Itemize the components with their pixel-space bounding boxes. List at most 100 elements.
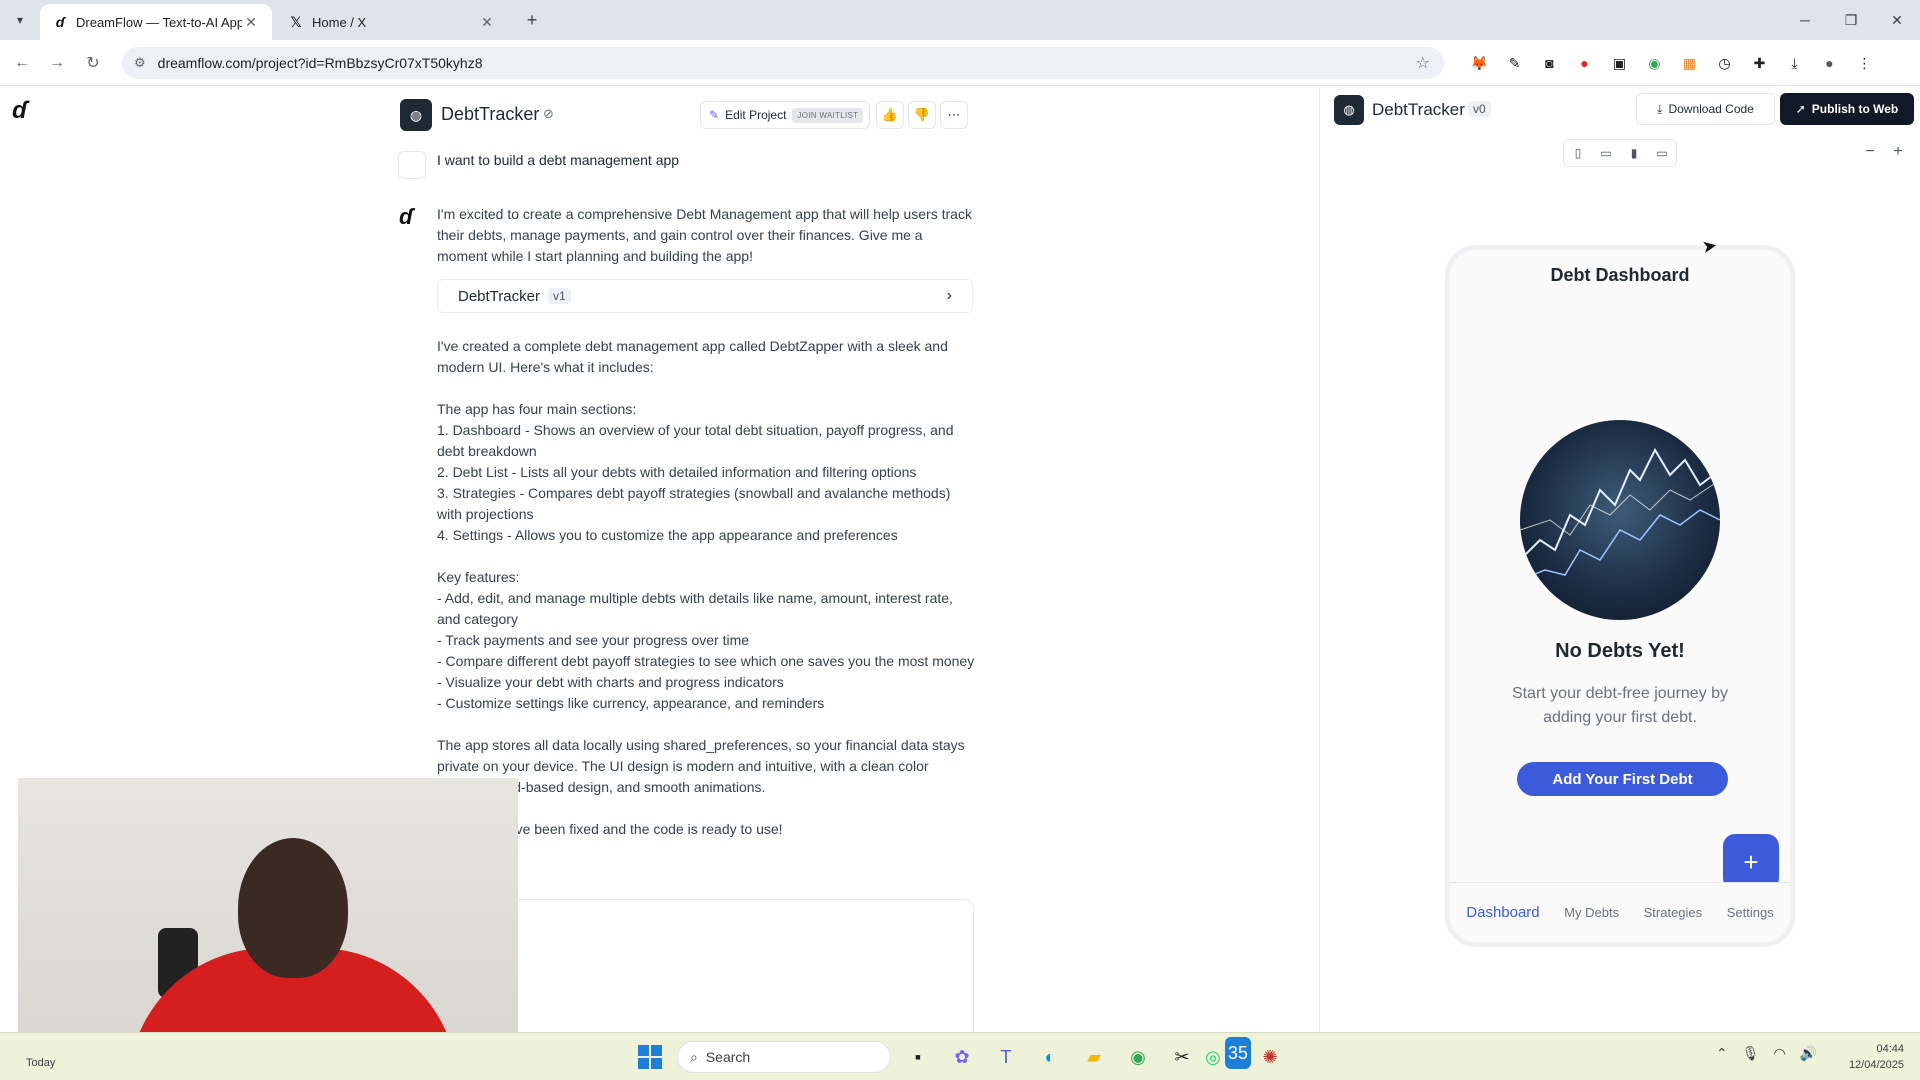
forward-icon[interactable]: → [44, 50, 70, 76]
whatsapp-icon[interactable]: ◎ 35 [1205, 1037, 1251, 1073]
phone-landscape-device-icon[interactable]: ▭ [1592, 140, 1620, 166]
tab-title: Home / X [312, 14, 367, 30]
windows-start-icon[interactable] [638, 1045, 662, 1069]
new-tab-button[interactable]: + [520, 8, 544, 32]
red-extension-icon[interactable]: ● [1571, 50, 1598, 76]
site-info-icon[interactable]: ⚙ [134, 55, 146, 71]
zoom-in-icon[interactable]: + [1885, 139, 1911, 165]
chrome-icon[interactable]: ◉ [1122, 1041, 1154, 1073]
profile-avatar[interactable]: ● [1816, 50, 1843, 76]
edit-project-label: Edit Project [725, 108, 787, 122]
capcut-icon[interactable]: ✂ [1166, 1041, 1198, 1073]
browser-tabstrip: ▾ ɗ DreamFlow — Text-to-AI App B ✕ 𝕏 Hom… [0, 0, 1920, 40]
microphone-icon[interactable]: 🎙 [1742, 1045, 1760, 1062]
more-options-icon[interactable]: ⋯ [940, 101, 968, 129]
zoom-out-icon[interactable]: − [1857, 139, 1883, 165]
reload-icon[interactable]: ↻ [80, 50, 106, 76]
system-tray: ⌃ 🎙 ◠ 🔊 [1716, 1045, 1817, 1062]
version-card-name: DebtTracker [458, 287, 540, 305]
copilot-icon[interactable]: ✿ [946, 1041, 978, 1073]
presenter-head [238, 838, 348, 978]
close-tab-icon[interactable]: ✕ [478, 14, 496, 31]
webcam-overlay [18, 778, 518, 1060]
assistant-intro-message: I'm excited to create a comprehensive De… [437, 206, 972, 264]
tab-dreamflow[interactable]: ɗ DreamFlow — Text-to-AI App B ✕ [40, 4, 272, 40]
weather-widget[interactable]: Today [26, 1057, 55, 1069]
hidden-eye-icon[interactable]: ⊘ [543, 106, 554, 122]
download-icon: ⤓ [1657, 101, 1663, 116]
volume-icon[interactable]: 🔊 [1800, 1045, 1817, 1062]
davinci-icon[interactable]: ✺ [1254, 1041, 1286, 1073]
grid-extension-icon[interactable]: ▦ [1676, 50, 1703, 76]
device-selector: ▯ ▭ ▮ ▭ [1563, 139, 1677, 167]
file-explorer-icon[interactable]: ▰ [1078, 1041, 1110, 1073]
project-name: DebtTracker [441, 104, 540, 124]
user-message: I want to build a debt management app [437, 152, 680, 168]
preview-version-badge: v0 [1468, 101, 1491, 117]
chrome-extension-icon[interactable]: ◉ [1641, 50, 1668, 76]
pen-extension-icon[interactable]: ✎ [1501, 50, 1528, 76]
tablet-device-icon[interactable]: ▮ [1620, 140, 1648, 166]
puzzle-extensions-icon[interactable]: ✚ [1746, 50, 1773, 76]
phone-device-icon[interactable]: ▯ [1564, 140, 1592, 166]
dreamflow-logo-icon[interactable]: ɗ [12, 97, 27, 125]
tray-chevron-icon[interactable]: ⌃ [1716, 1045, 1728, 1062]
metamask-icon[interactable]: 🦊 [1466, 50, 1493, 76]
extensions-bar: 🦊 ✎ ◙ ● ▣ ◉ ▦ ◷ ✚ ⤓ ● ⋮ [1466, 50, 1878, 76]
add-first-debt-button[interactable]: Add Your First Debt [1517, 762, 1728, 796]
teams-icon[interactable]: T [990, 1041, 1022, 1073]
taskbar-search[interactable]: ⌕ Search [677, 1041, 891, 1073]
version-card[interactable]: DebtTracker v1 › [437, 279, 973, 313]
restore-icon[interactable]: ❐ [1828, 0, 1874, 40]
thumbs-up-icon[interactable]: 👍 [876, 101, 904, 129]
join-waitlist-badge[interactable]: JOIN WAITLIST [792, 107, 864, 123]
edit-project-button[interactable]: ✎ Edit Project JOIN WAITLIST [700, 101, 871, 129]
chevron-right-icon: › [946, 287, 952, 304]
preview-header: ◍ DebtTracker v0 ⤓ Download Code ➚ Publi… [1334, 93, 1914, 127]
download-code-button[interactable]: ⤓ Download Code [1636, 93, 1775, 125]
minimize-icon[interactable]: ─ [1782, 0, 1828, 40]
download-icon[interactable]: ⤓ [1781, 50, 1808, 76]
wifi-icon[interactable]: ◠ [1774, 1045, 1786, 1062]
bookmark-star-icon[interactable]: ☆ [1416, 53, 1430, 73]
edit-project-icon: ✎ [709, 108, 720, 122]
clock-time: 04:44 [1876, 1043, 1904, 1055]
taskbar-clock[interactable]: 04:44 12/04/2025 [1836, 1041, 1904, 1073]
task-view-icon[interactable]: ▪ [902, 1041, 934, 1073]
close-tab-icon[interactable]: ✕ [242, 14, 260, 31]
nav-settings[interactable]: Settings [1727, 905, 1774, 920]
phone-page-title: Debt Dashboard [1550, 265, 1690, 285]
nav-dashboard[interactable]: Dashboard [1466, 904, 1539, 921]
publish-label: Publish to Web [1811, 102, 1899, 116]
preview-project-avatar-icon: ◍ [1334, 95, 1364, 125]
thumbs-down-icon[interactable]: 👎 [908, 101, 936, 129]
whatsapp-badge: 35 [1224, 1037, 1251, 1069]
nav-strategies[interactable]: Strategies [1644, 905, 1703, 920]
close-window-icon[interactable]: ✕ [1874, 0, 1920, 40]
address-bar[interactable]: ⚙ dreamflow.com/project?id=RmBbzsyCr07xT… [122, 47, 1444, 79]
version-card-badge: v1 [547, 288, 571, 304]
phone-bottom-nav: Dashboard My Debts Strategies Settings [1450, 882, 1790, 942]
empty-state-title: No Debts Yet! [1555, 640, 1685, 662]
nav-my-debts[interactable]: My Debts [1564, 905, 1619, 920]
back-icon[interactable]: ← [9, 50, 35, 76]
desktop-device-icon[interactable]: ▭ [1648, 140, 1676, 166]
edge-icon[interactable]: ◐ [1034, 1041, 1066, 1073]
camera-extension-icon[interactable]: ◙ [1536, 50, 1563, 76]
windows-taskbar: Today ⌕ Search ▪ ✿ T ◐ ▰ ◉ ✂ ◎ 35 ✺ ⌃ 🎙 ◠… [0, 1032, 1920, 1080]
taskbar-apps: ▪ ✿ T ◐ ▰ ◉ ✂ ◎ 35 ✺ [902, 1037, 1286, 1073]
publish-to-web-button[interactable]: ➚ Publish to Web [1780, 93, 1914, 125]
tab-x[interactable]: 𝕏 Home / X ✕ [276, 4, 508, 40]
x-favicon-icon: 𝕏 [290, 13, 302, 30]
tab-search-button[interactable]: ▾ [8, 8, 32, 32]
preview-project-name: DebtTracker [1372, 100, 1465, 119]
panel-divider[interactable] [1319, 87, 1320, 1032]
chat-header: ◍ DebtTracker ⊘ ✎ Edit Project JOIN WAIT… [400, 99, 975, 133]
history-extension-icon[interactable]: ◷ [1711, 50, 1738, 76]
taskbar-search-placeholder: Search [705, 1049, 751, 1065]
menu-kebab-icon[interactable]: ⋮ [1851, 50, 1878, 76]
window-controls: ─ ❐ ✕ [1782, 0, 1920, 40]
square-extension-icon[interactable]: ▣ [1606, 50, 1633, 76]
user-avatar [398, 151, 426, 179]
publish-icon: ➚ [1795, 102, 1806, 116]
